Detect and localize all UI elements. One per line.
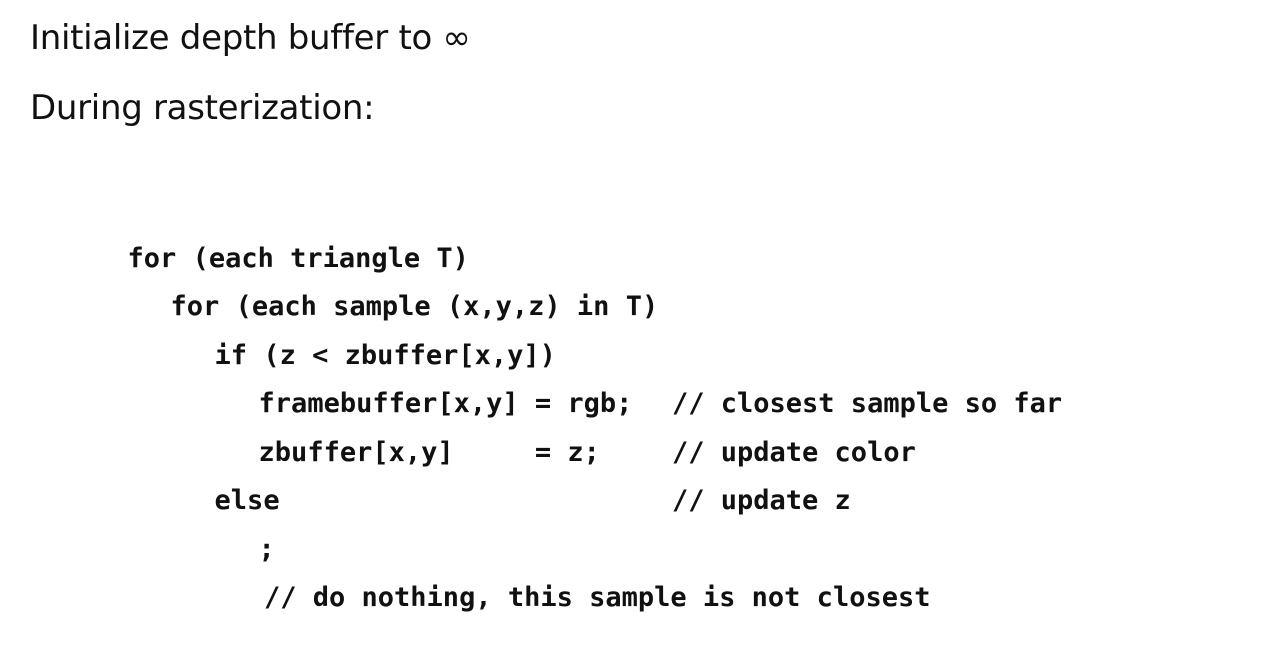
code-comment: // update color	[672, 436, 916, 468]
code-statement: for (each sample (x,y,z) in T)	[170, 291, 659, 322]
slide: Initialize depth buffer to ∞ During rast…	[0, 0, 1287, 614]
code-line-for-each-triangle: for (each triangle T)	[30, 186, 658, 274]
heading-during-rasterization: During rasterization:	[30, 88, 375, 128]
code-statement: for (each triangle T)	[127, 242, 469, 274]
code-statement: framebuffer[x,y] = rgb;	[258, 388, 633, 419]
code-comment: // do nothing, this sample is not closes…	[264, 582, 931, 613]
code-statement: else	[214, 485, 280, 516]
code-statement: ;	[258, 533, 275, 565]
code-block: for (each triangle T) for (each sample (…	[30, 186, 1063, 614]
heading-initialize-depth-buffer: Initialize depth buffer to ∞	[30, 18, 471, 58]
code-comment: // update z	[672, 485, 851, 516]
code-statement: if (z < zbuffer[x,y])	[214, 339, 556, 371]
code-statement: zbuffer[x,y] = z;	[258, 436, 600, 468]
code-comment: // closest sample so far	[672, 388, 1063, 419]
